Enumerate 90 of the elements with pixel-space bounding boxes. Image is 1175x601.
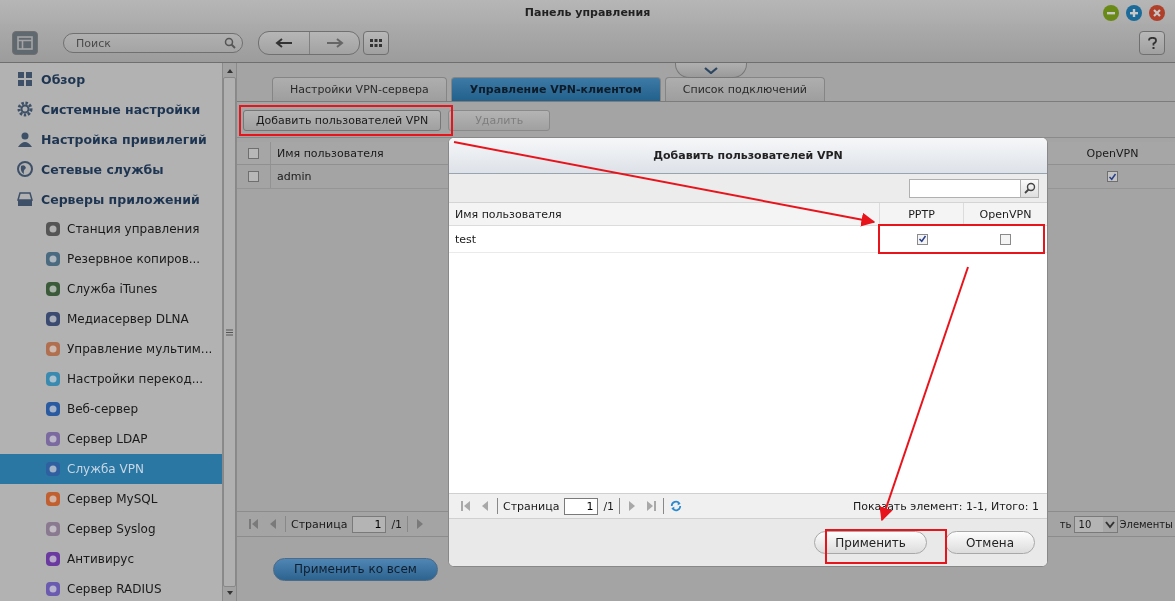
sidebar-item[interactable]: Сетевые службы (0, 154, 222, 184)
globe-icon (17, 161, 33, 177)
page-label: Страница (291, 517, 348, 531)
server-icon (17, 191, 33, 207)
left-arrow-icon (275, 38, 293, 48)
grid-icon (17, 71, 33, 87)
window-title: Панель управления (524, 5, 651, 19)
app-icon (45, 311, 61, 327)
scroll-up-icon[interactable] (225, 68, 234, 74)
checkbox[interactable] (248, 171, 259, 182)
last-page-icon[interactable] (644, 500, 659, 512)
sidebar-item[interactable]: Управление мультим... (0, 334, 222, 364)
page-field[interactable]: 1 (352, 515, 387, 533)
checkbox[interactable] (248, 147, 259, 159)
sidebar-item[interactable]: Настройка привилегий (0, 124, 222, 154)
scrollbar[interactable] (222, 63, 237, 601)
sidebar-item[interactable]: Служба iTunes (0, 274, 222, 304)
refresh-icon[interactable] (669, 500, 684, 512)
page-label: Страница (503, 499, 560, 513)
app-icon (45, 491, 61, 507)
search-icon (1023, 182, 1036, 194)
sidebar-toggle-button[interactable] (12, 31, 38, 55)
right-arrow-icon (325, 38, 344, 48)
page-size-label: ть (1059, 518, 1072, 530)
page-size-select[interactable]: 10 (1073, 515, 1118, 533)
column-header: PPTP (879, 203, 963, 225)
maximize-icon[interactable] (1126, 5, 1142, 21)
app-icon (45, 251, 61, 267)
first-page-icon[interactable] (247, 518, 261, 530)
tab[interactable]: Настройки VPN-сервера (272, 77, 447, 101)
sidebar-item[interactable]: Сервер Syslog (0, 514, 222, 544)
sidebar-item[interactable]: Резервное копиров... (0, 244, 222, 274)
person-icon (17, 131, 33, 147)
app-icon (45, 521, 61, 537)
scroll-down-icon[interactable] (225, 590, 234, 596)
minimize-icon[interactable] (1103, 5, 1119, 21)
sidebar-item[interactable]: Антивирус (0, 544, 222, 574)
help-button[interactable] (1139, 31, 1165, 55)
table-cell: admin (277, 170, 312, 183)
sidebar-item[interactable]: Системные настройки (0, 94, 222, 124)
page-field[interactable]: 1 (564, 497, 599, 515)
add-users-button[interactable]: Добавить пользователей VPN (243, 110, 442, 131)
apps-button[interactable] (363, 31, 389, 55)
caret-icon (1102, 516, 1117, 532)
grip-icon (226, 328, 233, 336)
tab[interactable]: Список подключений (664, 77, 825, 101)
sidebar-item[interactable]: Обзор (0, 64, 222, 94)
app-icon (45, 461, 61, 477)
app-icon (45, 581, 61, 597)
column-header: OpenVPN (1085, 146, 1140, 160)
sidebar-item[interactable]: Медиасервер DLNA (0, 304, 222, 334)
sidebar-item[interactable]: Веб-сервер (0, 394, 222, 424)
search-field[interactable] (909, 178, 1021, 198)
checkbox[interactable] (1107, 171, 1118, 182)
sidebar-item[interactable]: Серверы приложений (0, 184, 222, 214)
column-header: Имя пользователя (455, 207, 562, 221)
gear-icon (17, 101, 33, 117)
page-total: /1 (391, 517, 403, 531)
app-icon (45, 551, 61, 567)
page-total: /1 (603, 499, 615, 513)
sidebar-item[interactable]: Сервер MySQL (0, 484, 222, 514)
checkbox[interactable] (917, 233, 928, 245)
question-mark-icon (1147, 36, 1157, 50)
column-header: Имя пользователя (277, 146, 384, 160)
search-button[interactable] (1021, 178, 1039, 198)
sidebar-item[interactable]: Сервер RADIUS (0, 574, 222, 601)
sidebar-item[interactable]: Настройки перекод... (0, 364, 222, 394)
column-header: OpenVPN (963, 203, 1047, 225)
grid-icon (369, 39, 383, 47)
cancel-button[interactable]: Отмена (944, 531, 1035, 554)
app-icon (45, 221, 61, 237)
search-field[interactable]: Поиск (63, 33, 243, 53)
checkbox[interactable] (1000, 233, 1011, 245)
table-cell: test (455, 232, 477, 246)
apply-button[interactable]: Применить (814, 531, 927, 554)
items-label: Элементы (1119, 518, 1173, 530)
app-icon (45, 341, 61, 357)
app-icon (45, 401, 61, 417)
close-icon[interactable] (1149, 5, 1165, 21)
first-page-icon[interactable] (459, 500, 473, 512)
layout-icon (17, 36, 33, 50)
search-icon[interactable] (224, 37, 236, 49)
app-icon (45, 431, 61, 447)
collapse-tab[interactable] (675, 63, 747, 78)
dialog-title: Добавить пользователей VPN (653, 149, 843, 162)
chevron-down-icon (704, 66, 718, 74)
sidebar-item[interactable]: Сервер LDAP (0, 424, 222, 454)
app-icon (45, 371, 61, 387)
app-icon (45, 281, 61, 297)
sidebar-item[interactable]: Станция управления (0, 214, 222, 244)
